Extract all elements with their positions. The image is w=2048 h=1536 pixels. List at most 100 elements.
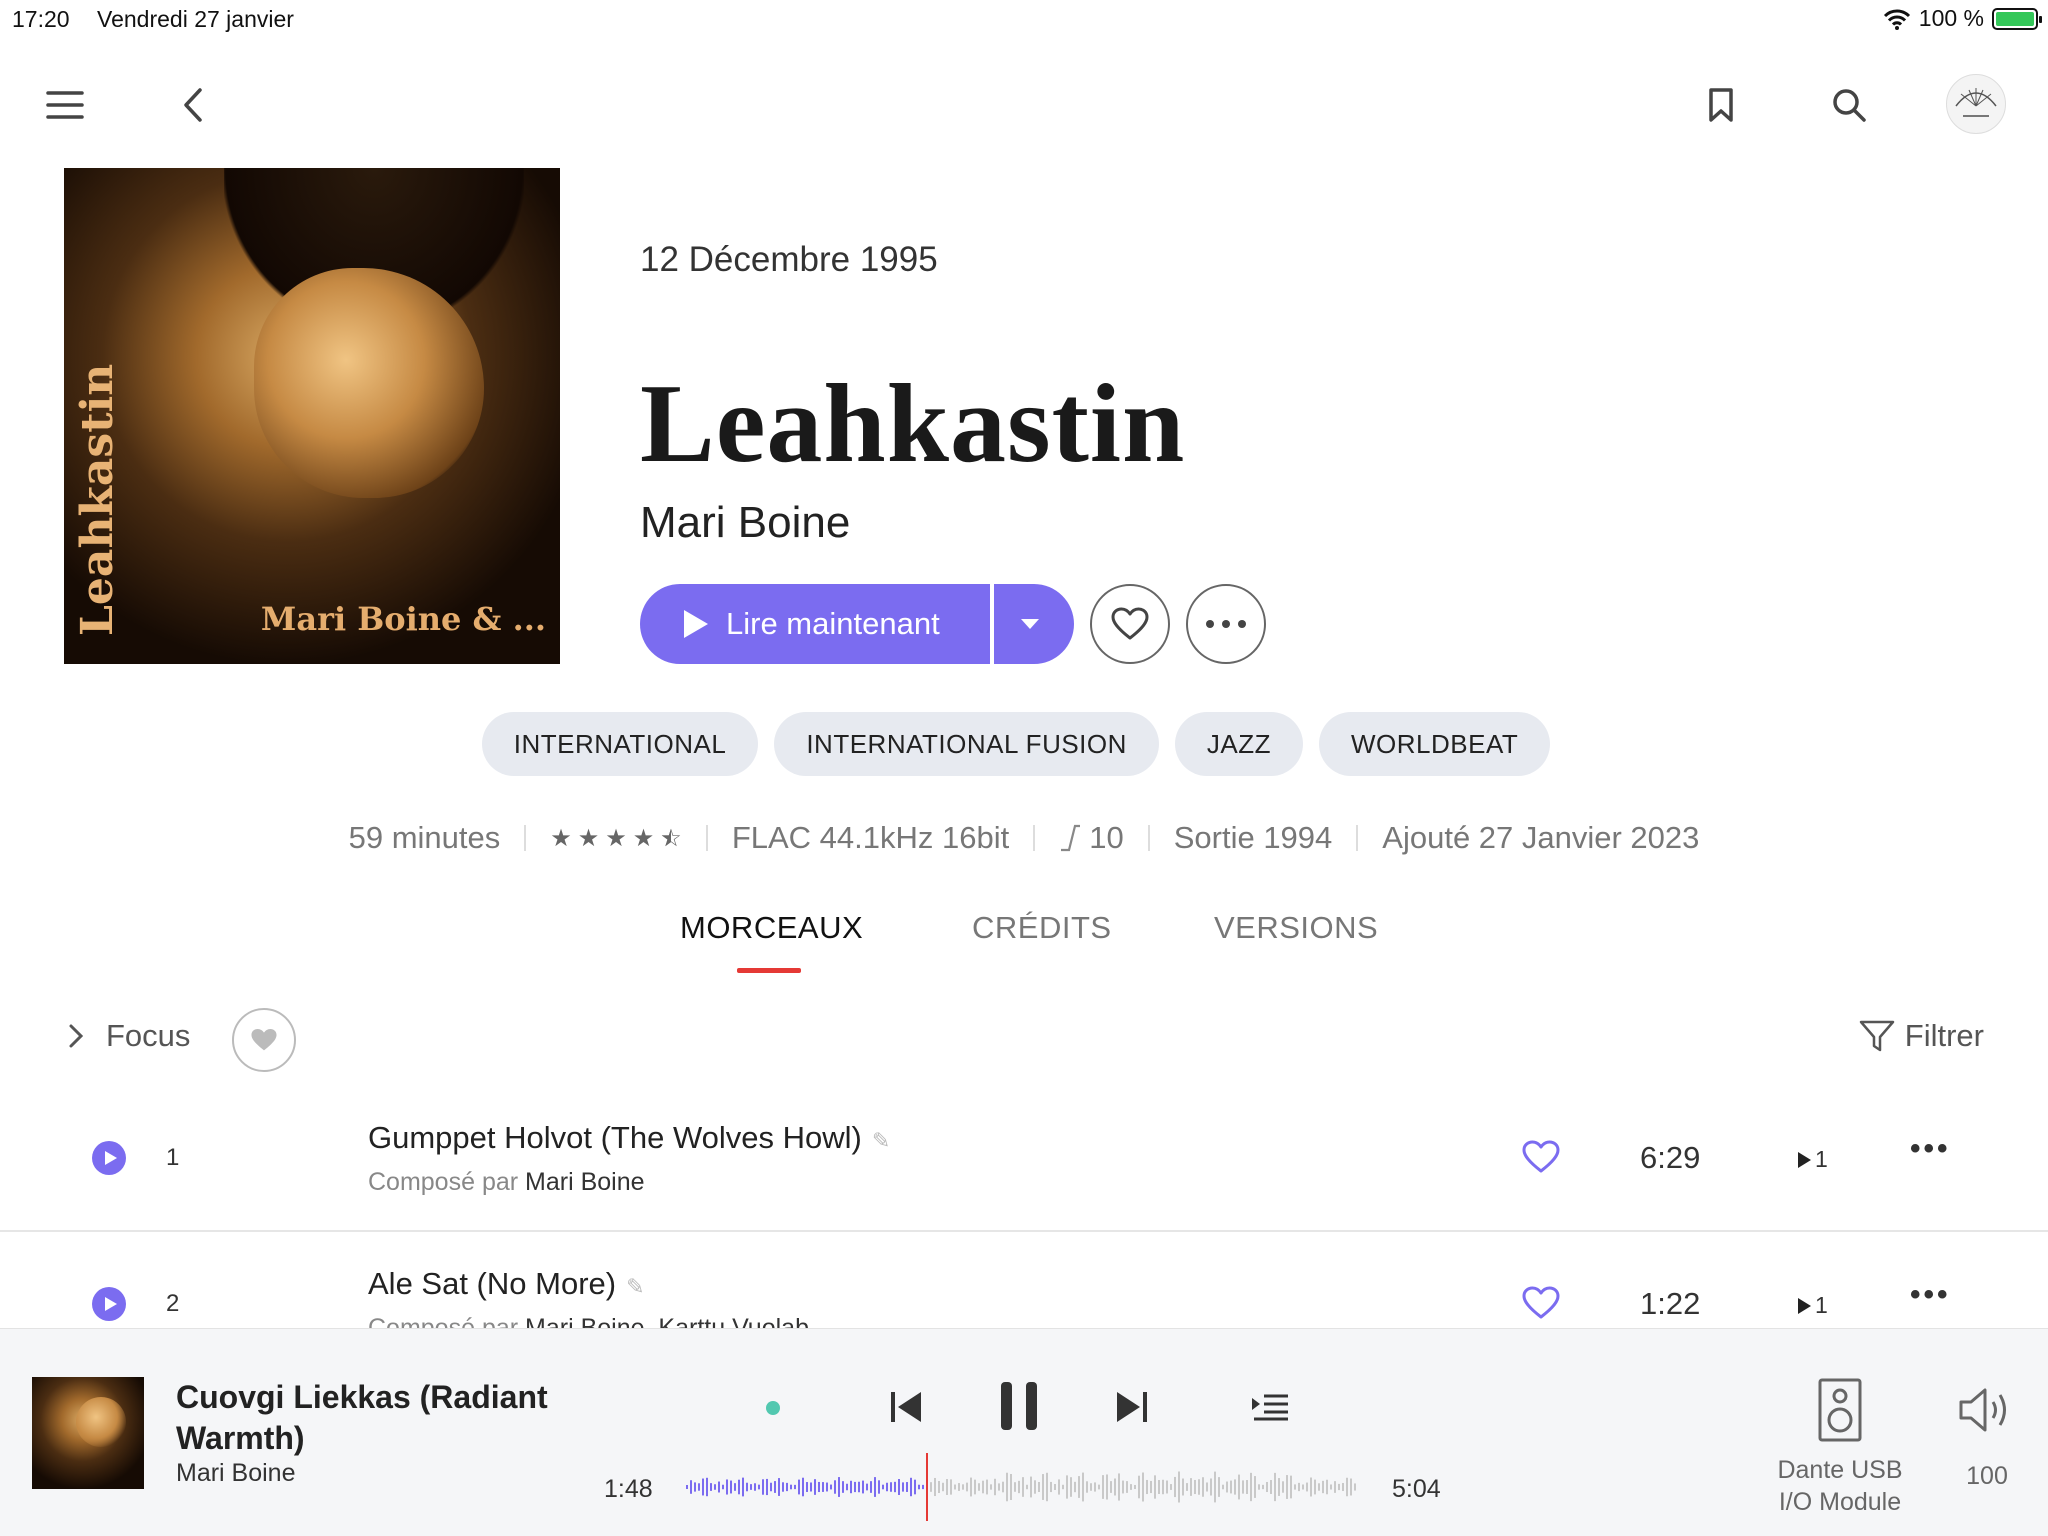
composer-name[interactable]: Mari Boine: [525, 1168, 645, 1196]
waveform-bar: [1174, 1476, 1176, 1498]
cover-title-text: Leahkastin: [72, 363, 123, 636]
waveform-bar: [1122, 1480, 1124, 1494]
waveform-bar: [882, 1484, 884, 1490]
track-title[interactable]: Gumppet Holvot (The Wolves Howl) ✎: [368, 1120, 890, 1156]
filter-button[interactable]: Filtrer: [1859, 1018, 1984, 1054]
genre-tag[interactable]: INTERNATIONAL FUSION: [774, 712, 1159, 776]
favorite-button[interactable]: [1090, 584, 1170, 664]
waveform-bar: [1318, 1483, 1320, 1491]
waveform-bar: [1022, 1477, 1024, 1497]
focus-toggle[interactable]: Focus: [66, 1018, 190, 1054]
waveform-bar: [918, 1484, 920, 1490]
waveform-bar: [690, 1480, 692, 1494]
dynamic-range: 10: [1059, 820, 1124, 856]
queue-button[interactable]: [1246, 1385, 1294, 1429]
play-now-button[interactable]: Lire maintenant: [640, 584, 990, 664]
genre-tag[interactable]: JAZZ: [1174, 712, 1304, 776]
waveform-bar: [786, 1482, 788, 1492]
waveform-bar: [766, 1478, 768, 1496]
track-row[interactable]: 1 Gumppet Holvot (The Wolves Howl) ✎ Comp…: [0, 1086, 2048, 1232]
tab-credits[interactable]: CRÉDITS: [972, 910, 1112, 946]
waveform-bar: [1090, 1483, 1092, 1491]
status-dot: [766, 1401, 780, 1415]
now-playing-title[interactable]: Cuovgi Liekkas (Radiant Warmth): [176, 1377, 596, 1459]
next-button[interactable]: [1110, 1381, 1154, 1433]
track-title[interactable]: Ale Sat (No More) ✎: [368, 1266, 645, 1302]
output-device-button[interactable]: Dante USB I/O Module: [1760, 1377, 1920, 1518]
skip-forward-icon: [1117, 1392, 1147, 1422]
heart-icon[interactable]: [1522, 1140, 1560, 1179]
bookmark-icon[interactable]: [1696, 80, 1746, 130]
pause-icon: [1001, 1382, 1037, 1430]
waveform-bar: [1098, 1484, 1100, 1490]
status-time: 17:20: [12, 6, 70, 32]
waveform-bar: [1278, 1478, 1280, 1496]
heart-icon: [251, 1028, 277, 1051]
album-duration: 59 minutes: [348, 820, 501, 855]
waveform-bar: [1006, 1472, 1008, 1502]
waveform-bar: [790, 1484, 792, 1490]
album-cover: Leahkastin Mari Boine & ...: [64, 168, 560, 664]
play-options-dropdown[interactable]: [994, 584, 1074, 664]
waveform-bar: [1074, 1481, 1076, 1493]
track-more-button[interactable]: •••: [1910, 1132, 1951, 1166]
waveform-bar: [1198, 1479, 1200, 1495]
waveform-bar: [1290, 1475, 1292, 1499]
waveform-bar: [1018, 1480, 1020, 1494]
tab-morceaux[interactable]: MORCEAUX: [680, 910, 863, 946]
waveform-bar: [998, 1483, 1000, 1491]
waveform-bar: [1130, 1484, 1132, 1490]
waveform-bar: [806, 1482, 808, 1492]
active-tab-indicator: [737, 968, 801, 973]
waveform-bar: [842, 1481, 844, 1493]
waveform-bar: [1138, 1475, 1140, 1499]
play-icon: [104, 1151, 117, 1165]
waveform-bar: [1034, 1480, 1036, 1494]
waveform-bar: [1286, 1475, 1288, 1499]
genre-tag[interactable]: WORLDBEAT: [1319, 712, 1551, 776]
track-play-button[interactable]: [92, 1141, 126, 1175]
waveform-bar: [1354, 1483, 1356, 1491]
favorites-filter-button[interactable]: [232, 1008, 296, 1072]
rating-stars[interactable]: ★ ★ ★ ★ ☆★: [550, 824, 682, 853]
waveform-bar: [714, 1484, 716, 1490]
track-more-button[interactable]: •••: [1910, 1278, 1951, 1312]
waveform-bar: [886, 1482, 888, 1492]
playhead[interactable]: [926, 1453, 928, 1521]
volume-button[interactable]: 100: [1950, 1385, 2024, 1491]
waveform-bar: [758, 1484, 760, 1490]
volume-level: 100: [1966, 1462, 2008, 1490]
waveform-bar: [774, 1481, 776, 1493]
now-playing-artist[interactable]: Mari Boine: [176, 1459, 296, 1488]
track-title-text: Gumppet Holvot (The Wolves Howl): [368, 1120, 862, 1155]
heart-icon[interactable]: [1522, 1286, 1560, 1325]
more-options-button[interactable]: [1186, 584, 1266, 664]
pause-button[interactable]: [994, 1375, 1044, 1437]
chevron-left-icon[interactable]: [168, 80, 218, 130]
genre-tag[interactable]: INTERNATIONAL: [481, 712, 759, 776]
waveform-scrubber[interactable]: [686, 1453, 1360, 1521]
search-icon[interactable]: [1824, 80, 1874, 130]
album-title: Leahkastin: [640, 362, 1186, 486]
now-playing-bar: Cuovgi Liekkas (Radiant Warmth) Mari Boi…: [0, 1328, 2048, 1536]
waveform-bar: [1014, 1482, 1016, 1492]
waveform-bar: [706, 1477, 708, 1497]
avatar[interactable]: [1946, 74, 2006, 134]
waveform-bar: [1102, 1475, 1104, 1499]
play-now-label: Lire maintenant: [726, 606, 940, 641]
waveform-bar: [770, 1482, 772, 1492]
now-playing-cover[interactable]: [32, 1377, 144, 1489]
waveform-bar: [794, 1484, 796, 1490]
waveform-bar: [686, 1485, 688, 1489]
track-play-button[interactable]: [92, 1287, 126, 1321]
pin-icon: ✎: [626, 1274, 645, 1299]
waveform-bar: [994, 1478, 996, 1496]
previous-button[interactable]: [884, 1381, 928, 1433]
tab-versions[interactable]: VERSIONS: [1214, 910, 1378, 946]
album-artist-link[interactable]: Mari Boine: [640, 498, 850, 548]
track-number: 2: [166, 1290, 180, 1317]
hamburger-icon[interactable]: [40, 80, 90, 130]
waveform-bar: [1258, 1484, 1260, 1490]
dynamic-range-icon: [1061, 824, 1081, 852]
waveform-bar: [970, 1477, 972, 1497]
